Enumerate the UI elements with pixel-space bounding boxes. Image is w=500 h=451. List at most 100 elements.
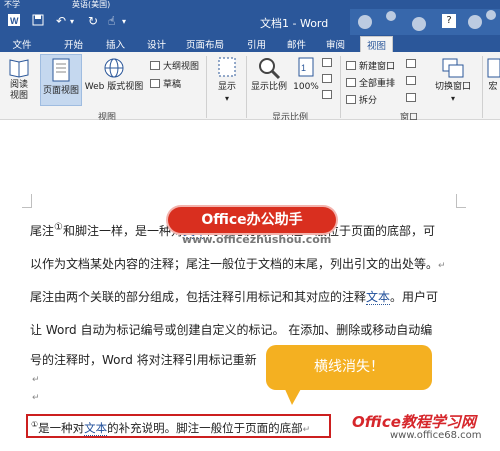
line-text: 尾注由两个关联的部分组成，包括注释引用标记和其对应的注释 (30, 290, 367, 304)
paragraph-mark: ↵ (32, 375, 40, 385)
macros-label: 宏 (488, 82, 498, 92)
page-width-button[interactable] (322, 90, 335, 101)
sync-scroll-button[interactable] (406, 76, 419, 87)
watermark-url: www.office68.com (390, 430, 482, 441)
arrange-all-button[interactable]: 全部重排 (346, 76, 395, 89)
one-page-icon (322, 58, 332, 67)
zoom-label: 显示比例 (250, 82, 287, 92)
page-icon (52, 58, 70, 82)
save-icon[interactable] (32, 14, 44, 29)
doc-line-5[interactable]: 号的注释时，Word 将对注释引用标记重新 (30, 351, 257, 368)
redo-icon[interactable]: ↻ (88, 14, 98, 28)
theme-decoration (350, 9, 500, 35)
read-mode-button[interactable]: 阅读 视图 (4, 56, 34, 104)
word-logo-icon: W (8, 14, 20, 29)
zoom-button[interactable]: 显示比例 (250, 56, 288, 104)
new-window-button[interactable]: 新建窗口 (346, 59, 395, 72)
svg-text:1: 1 (301, 63, 306, 73)
doc-line-4[interactable]: 让 Word 自动为标记编号或创建自定义的标记。 在添加、删除或移动自动编 (30, 321, 432, 338)
show-dropdown-icon: ▾ (224, 94, 229, 103)
switch-windows-label: 切换窗口 (434, 82, 471, 92)
arrange-all-label: 全部重排 (359, 79, 396, 89)
svg-text:W: W (10, 16, 19, 26)
web-layout-button[interactable]: Web 版式视图 (84, 56, 144, 104)
callout-tail (284, 387, 302, 405)
help-button[interactable]: ? (442, 14, 456, 28)
watermark-text: Office教程学习网 (352, 413, 476, 431)
print-layout-button[interactable]: 页面视图 (40, 54, 82, 106)
sync-scroll-icon (406, 76, 416, 85)
site-logo-badge: Office办公助手 (168, 207, 336, 233)
title-bar: W ↶ ▾ ↻ ☝ ▾ 文档1 - Word ? (0, 9, 500, 35)
side-by-side-button[interactable] (406, 59, 419, 70)
window-title: 文档1 - Word (260, 17, 329, 30)
line-text: 号的注释时，Word 将对注释引用标记重新 (30, 353, 257, 367)
one-page-button[interactable] (322, 58, 335, 69)
multi-page-button[interactable] (322, 74, 335, 85)
text-link[interactable]: 文本 (366, 290, 391, 305)
separator (340, 56, 341, 118)
draft-icon (150, 79, 160, 88)
globe-icon (104, 58, 124, 78)
tab-references[interactable]: 引用 (247, 37, 266, 51)
side-by-side-icon (406, 59, 416, 68)
margin-corner (22, 194, 32, 208)
document-canvas[interactable] (0, 120, 500, 451)
top-strip: 不学 英语(美国) (0, 0, 500, 9)
customize-qat-icon[interactable]: ▾ (122, 17, 126, 26)
show-button[interactable]: 显示 ▾ (212, 56, 242, 104)
zoom-100-label: 100% (293, 82, 319, 92)
draft-button[interactable]: 草稿 (150, 77, 181, 90)
doc-line-3[interactable]: 尾注由两个关联的部分组成，包括注释引用标记和其对应的注释文本。用户可 (30, 288, 438, 305)
tab-view[interactable]: 视图 (360, 36, 394, 52)
tab-layout[interactable]: 页面布局 (186, 37, 224, 51)
macro-icon (487, 58, 500, 78)
ribbon: 阅读 视图 页面视图 Web 版式视图 大纲视图 草稿 视图 显示 ▾ 显示比例… (0, 52, 500, 123)
undo-icon[interactable]: ↶ (56, 14, 66, 28)
tab-insert[interactable]: 插入 (106, 37, 125, 51)
paragraph-mark: ↵ (438, 261, 446, 271)
separator (482, 56, 483, 118)
new-window-label: 新建窗口 (359, 62, 396, 72)
margin-corner (456, 194, 466, 208)
tab-review[interactable]: 审阅 (326, 37, 345, 51)
highlight-box (26, 414, 331, 438)
new-window-icon (346, 61, 356, 70)
undo-dropdown-icon[interactable]: ▾ (70, 17, 74, 26)
zoom-100-button[interactable]: 1 100% (292, 56, 320, 104)
draft-label: 草稿 (163, 80, 182, 90)
site-logo-url: www.officezhushou.com (182, 233, 332, 246)
tab-home[interactable]: 开始 (64, 37, 83, 51)
print-layout-label: 页面视图 (42, 86, 79, 96)
zoom-100-icon: 1 (298, 57, 314, 77)
switch-dropdown-icon: ▾ (450, 94, 455, 103)
line-text: 让 Word 自动为标记编号或创建自定义的标记。 在添加、删除或移动自动编 (30, 323, 433, 337)
separator (206, 56, 207, 118)
touch-mode-icon[interactable]: ☝ (108, 14, 115, 28)
tab-mailings[interactable]: 邮件 (287, 37, 306, 51)
tab-file[interactable]: 文件 (0, 35, 44, 52)
tab-design[interactable]: 设计 (147, 37, 166, 51)
switch-windows-icon (442, 58, 464, 78)
arrange-all-icon (346, 78, 356, 87)
macros-button[interactable]: 宏 (486, 56, 500, 104)
magnifier-icon (259, 58, 281, 80)
page-width-icon (322, 90, 332, 99)
reset-position-button[interactable] (406, 93, 419, 104)
outline-button[interactable]: 大纲视图 (150, 59, 199, 72)
line-text: 以作为文档某处内容的注释；尾注一般位于文档的末尾，列出引文的出处等。 (30, 257, 439, 271)
line-text: 。用户可 (390, 290, 439, 304)
book-icon (9, 59, 29, 78)
reset-position-icon (406, 93, 416, 102)
show-icon (218, 57, 236, 77)
line-text: 和脚注一样，是一种对 (62, 224, 183, 238)
switch-windows-button[interactable]: 切换窗口 ▾ (428, 56, 478, 106)
split-label: 拆分 (359, 96, 378, 106)
line-text: 尾注 (30, 224, 55, 238)
doc-line-2[interactable]: 以作为文档某处内容的注释；尾注一般位于文档的末尾，列出引文的出处等。↵ (30, 255, 446, 272)
read-mode-label: 阅读 视图 (9, 80, 28, 101)
split-button[interactable]: 拆分 (346, 93, 377, 106)
web-layout-label: Web 版式视图 (84, 82, 144, 92)
split-icon (346, 95, 356, 104)
show-label: 显示 (217, 82, 236, 92)
